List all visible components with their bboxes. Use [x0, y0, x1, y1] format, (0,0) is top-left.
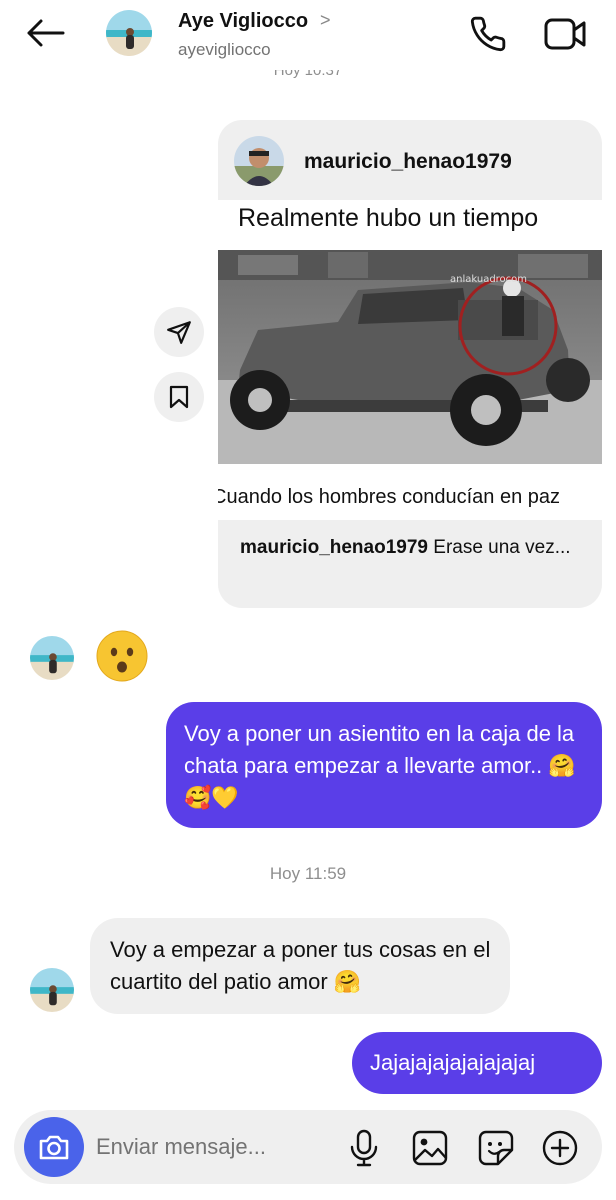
voice-message-button[interactable]: [344, 1128, 384, 1168]
vintage-car-photo: anlakuadrocom: [218, 250, 602, 464]
contact-username: ayevigliocco: [178, 40, 271, 59]
svg-text:anlakuadrocom: anlakuadrocom: [450, 274, 527, 285]
video-call-button[interactable]: [540, 12, 590, 56]
meme-bottom-text: Cuando los hombres conducían en paz: [218, 486, 561, 508]
message-emoji[interactable]: [96, 630, 148, 682]
chevron-right-icon[interactable]: >: [320, 10, 331, 31]
caption-username: mauricio_henao1979: [240, 537, 428, 558]
outgoing-message[interactable]: Jajajajajajajajajaj: [352, 1032, 602, 1094]
shared-post-card[interactable]: mauricio_henao1979 Realmente hubo un tie…: [218, 120, 602, 608]
gallery-icon: [412, 1130, 448, 1166]
send-icon: [167, 321, 191, 344]
chat-header: Aye Vigliocco > ayevigliocco: [0, 0, 616, 70]
camera-button[interactable]: [24, 1117, 84, 1177]
contact-avatar[interactable]: [106, 10, 152, 56]
frowning-face-emoji-icon: [96, 630, 148, 682]
share-post-button[interactable]: [154, 307, 204, 357]
gallery-button[interactable]: [410, 1128, 450, 1168]
audio-call-button[interactable]: [466, 12, 510, 56]
contact-name[interactable]: Aye Vigliocco: [178, 10, 308, 33]
message-input[interactable]: Enviar mensaje...: [96, 1134, 266, 1160]
post-author-avatar[interactable]: [234, 136, 284, 186]
mid-timestamp: Hoy 11:59: [269, 864, 347, 883]
top-timestamp: Hoy 10:37: [273, 70, 343, 79]
contact-avatar-small[interactable]: [30, 968, 74, 1012]
message-composer: Enviar mensaje...: [14, 1110, 602, 1184]
bookmark-icon: [169, 385, 189, 409]
post-caption: mauricio_henao1979 Erase una vez...: [218, 520, 602, 608]
plus-icon: [542, 1130, 578, 1166]
post-author-username[interactable]: mauricio_henao1979: [304, 150, 512, 174]
microphone-icon: [350, 1129, 378, 1167]
sticker-button[interactable]: [476, 1128, 516, 1168]
back-arrow-icon: [27, 19, 65, 47]
phone-icon: [470, 16, 506, 52]
camera-icon: [39, 1135, 69, 1160]
video-icon: [544, 18, 586, 50]
save-post-button[interactable]: [154, 372, 204, 422]
incoming-message[interactable]: Voy a empezar a poner tus cosas en el cu…: [90, 918, 510, 1014]
outgoing-message[interactable]: Voy a poner un asientito en la caja de l…: [166, 702, 602, 828]
contact-avatar-small[interactable]: [30, 636, 74, 680]
caption-text: Erase una vez...: [433, 537, 571, 558]
more-options-button[interactable]: [540, 1128, 580, 1168]
back-button[interactable]: [22, 12, 68, 54]
sticker-icon: [478, 1130, 514, 1166]
meme-top-text: Realmente hubo un tiempo: [238, 204, 539, 232]
